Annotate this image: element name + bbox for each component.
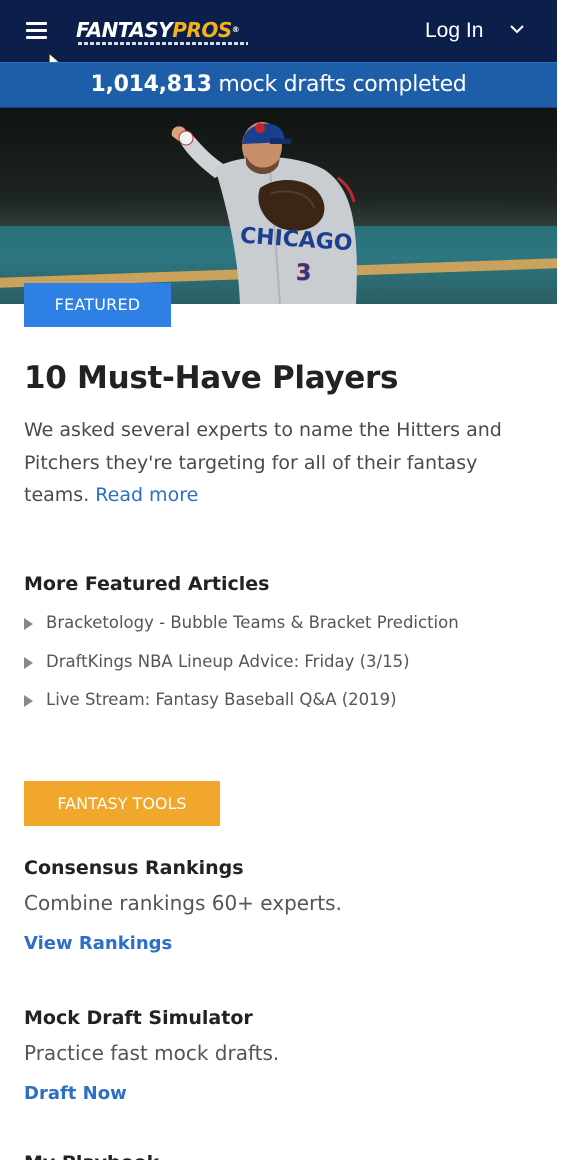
fantasy-tools-badge: FANTASY TOOLS — [24, 781, 220, 826]
pitcher-illustration: CHICAGO 3 — [171, 122, 357, 304]
mock-draft-stats-bar: 1,014,813 mock drafts completed — [0, 62, 557, 108]
article-list-item[interactable]: Bracketology - Bubble Teams & Bracket Pr… — [24, 609, 459, 648]
tool-mock-draft-simulator: Mock Draft Simulator Practice fast mock … — [24, 1005, 544, 1107]
article-link[interactable]: DraftKings NBA Lineup Advice: Friday (3/… — [46, 652, 410, 671]
tool-title: My Playbook — [24, 1150, 544, 1160]
logo-registered-mark: ® — [231, 25, 240, 34]
featured-article-title[interactable]: 10 Must-Have Players — [24, 360, 398, 396]
chevron-down-icon[interactable] — [510, 24, 524, 34]
more-articles-list: Bracketology - Bubble Teams & Bracket Pr… — [24, 609, 459, 725]
tool-description: Practice fast mock drafts. — [24, 1041, 280, 1065]
hamburger-menu-icon[interactable] — [26, 21, 48, 41]
tool-my-playbook: My Playbook — [24, 1150, 544, 1160]
article-list-item[interactable]: DraftKings NBA Lineup Advice: Friday (3/… — [24, 648, 459, 687]
featured-article-description: We asked several experts to name the Hit… — [24, 414, 524, 512]
read-more-link[interactable]: Read more — [95, 484, 198, 506]
tool-description: Combine rankings 60+ experts. — [24, 891, 342, 915]
logo-part-fantasy: FANTASY — [76, 18, 173, 42]
tool-consensus-rankings: Consensus Rankings Combine rankings 60+ … — [24, 855, 544, 957]
login-link[interactable]: Log In — [425, 18, 483, 44]
fantasypros-logo[interactable]: FANTASYPROS® — [76, 17, 256, 47]
logo-part-pros: PROS — [172, 18, 232, 42]
triangle-bullet-icon — [24, 656, 33, 669]
mock-draft-count: 1,014,813 — [90, 72, 212, 97]
page-gutter — [557, 0, 562, 1160]
triangle-bullet-icon — [24, 695, 33, 707]
article-link[interactable]: Live Stream: Fantasy Baseball Q&A (2019) — [46, 690, 397, 709]
article-link[interactable]: Bracketology - Bubble Teams & Bracket Pr… — [46, 613, 459, 632]
page: FANTASYPROS® Log In 1,014,813 mock draft… — [0, 0, 557, 1160]
logo-underline — [78, 42, 248, 45]
top-navbar: FANTASYPROS® Log In — [0, 0, 557, 62]
hero-image-baseball-pitcher[interactable]: CHICAGO 3 — [0, 108, 557, 304]
jersey-number: 3 — [296, 261, 311, 286]
mock-draft-label: mock drafts completed — [218, 72, 467, 97]
tool-title: Consensus Rankings — [24, 857, 244, 879]
featured-badge: FEATURED — [24, 283, 171, 327]
article-list-item[interactable]: Live Stream: Fantasy Baseball Q&A (2019) — [24, 686, 459, 725]
draft-now-link[interactable]: Draft Now — [24, 1081, 127, 1107]
more-articles-heading: More Featured Articles — [24, 573, 270, 595]
triangle-bullet-icon — [24, 618, 33, 630]
tool-title: Mock Draft Simulator — [24, 1007, 253, 1029]
view-rankings-link[interactable]: View Rankings — [24, 931, 172, 957]
